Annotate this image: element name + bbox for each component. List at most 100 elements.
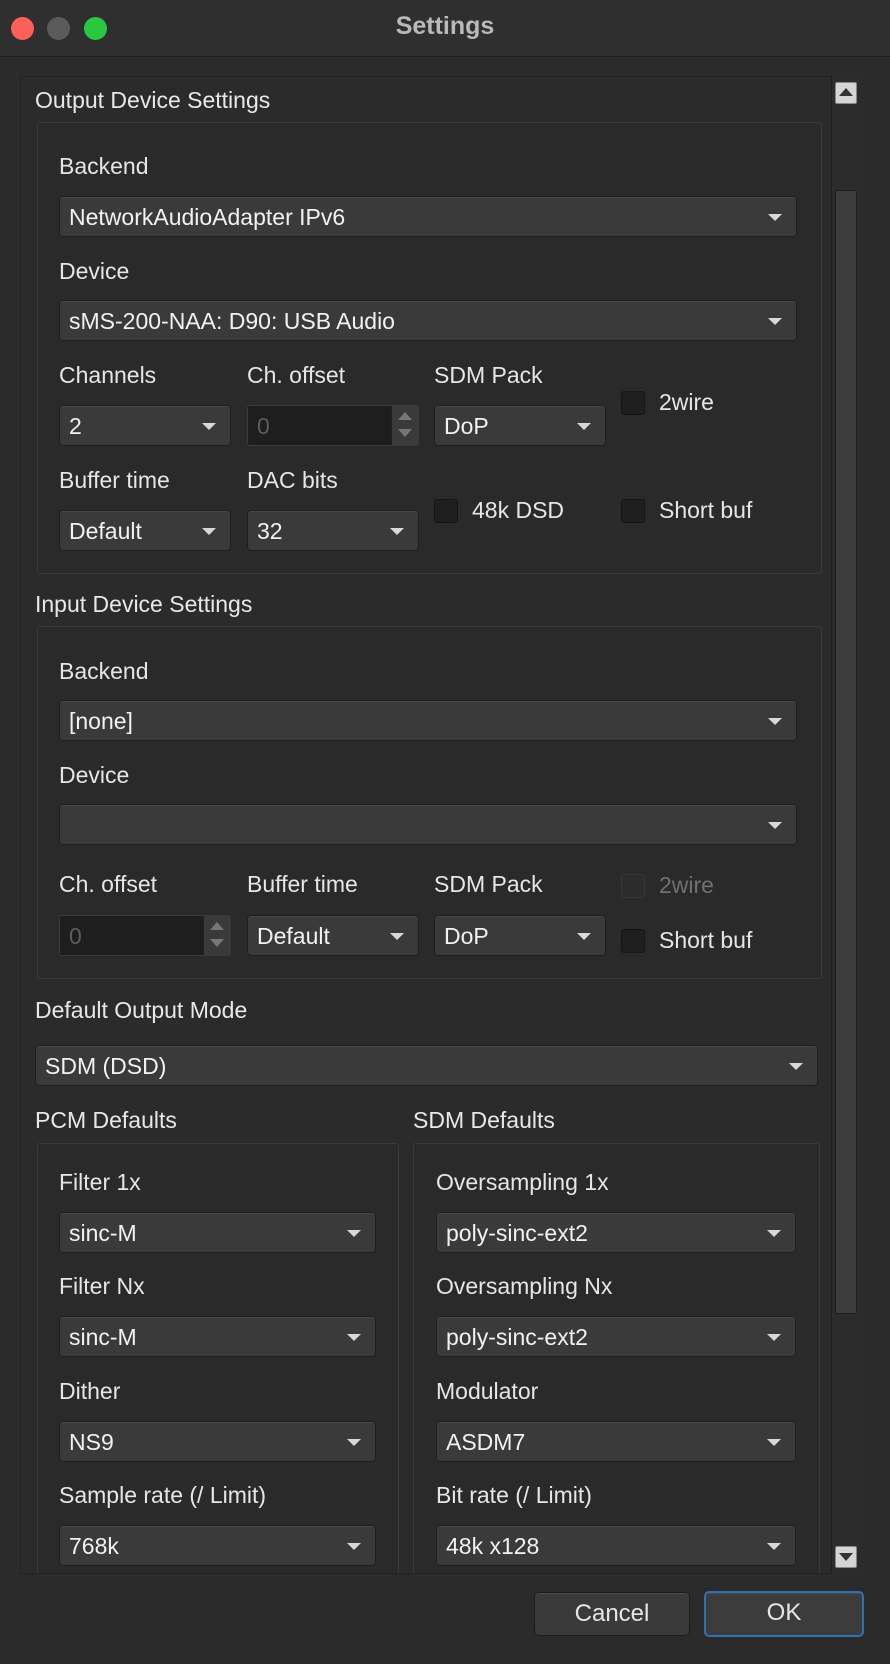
input-2wire-checkbox[interactable]: [621, 874, 645, 898]
sdm-modulator-value: ASDM7: [446, 1429, 526, 1455]
pcm-sample-rate-label: Sample rate (/ Limit): [59, 1482, 267, 1508]
default-output-mode-title: Default Output Mode: [35, 997, 248, 1023]
input-ch-offset-label: Ch. offset: [59, 871, 158, 897]
chevron-down-icon: [347, 1230, 361, 1237]
spin-down-icon: [398, 429, 412, 437]
pcm-dither-value: NS9: [69, 1429, 114, 1455]
ok-button[interactable]: OK: [704, 1591, 864, 1637]
chevron-down-icon: [768, 318, 782, 325]
output-dac-bits-label: DAC bits: [247, 467, 338, 493]
input-short-buf-checkbox[interactable]: [621, 929, 645, 953]
output-ch-offset-label: Ch. offset: [247, 362, 346, 388]
output-sdm-pack-select[interactable]: DoP: [434, 405, 606, 446]
pcm-filter1x-label: Filter 1x: [59, 1169, 141, 1195]
output-ch-offset-spinbox[interactable]: 0: [247, 405, 419, 446]
chevron-down-icon: [577, 933, 591, 940]
output-backend-value: NetworkAudioAdapter IPv6: [69, 204, 346, 230]
pcm-dither-label: Dither: [59, 1378, 121, 1404]
pcm-defaults-title: PCM Defaults: [35, 1107, 177, 1133]
output-ch-offset-value: 0: [257, 413, 270, 439]
vertical-scrollbar[interactable]: [831, 76, 860, 1572]
default-output-mode-select[interactable]: SDM (DSD): [35, 1045, 818, 1086]
sdm-osnx-label: Oversampling Nx: [436, 1273, 613, 1299]
sdm-defaults-title: SDM Defaults: [413, 1107, 555, 1133]
chevron-down-icon: [767, 1543, 781, 1550]
input-2wire-label: 2wire: [659, 872, 714, 898]
output-sdm-pack-value: DoP: [444, 413, 489, 439]
output-dac-bits-select[interactable]: 32: [247, 510, 419, 551]
input-backend-select[interactable]: [none]: [59, 700, 797, 741]
chevron-down-icon: [202, 423, 216, 430]
output-device-label: Device: [59, 258, 130, 284]
scroll-up-button[interactable]: [835, 82, 857, 104]
input-buffer-time-select[interactable]: Default: [247, 915, 419, 956]
sdm-bit-rate-select[interactable]: 48k x128: [436, 1525, 796, 1566]
output-channels-select[interactable]: 2: [59, 405, 231, 446]
chevron-down-icon: [767, 1439, 781, 1446]
output-dac-bits-value: 32: [257, 518, 283, 544]
title-bar: Settings: [0, 0, 890, 57]
chevron-down-icon: [347, 1334, 361, 1341]
output-backend-select[interactable]: NetworkAudioAdapter IPv6: [59, 196, 797, 237]
chevron-down-icon: [768, 214, 782, 221]
pcm-filter1x-select[interactable]: sinc-M: [59, 1212, 376, 1253]
chevron-down-icon: [390, 528, 404, 535]
sdm-osnx-value: poly-sinc-ext2: [446, 1324, 588, 1350]
input-device-select[interactable]: [59, 804, 797, 845]
pcm-dither-select[interactable]: NS9: [59, 1421, 376, 1462]
input-backend-value: [none]: [69, 708, 133, 734]
pcm-sample-rate-value: 768k: [69, 1533, 119, 1559]
sdm-bit-rate-value: 48k x128: [446, 1533, 540, 1559]
pcm-filternx-select[interactable]: sinc-M: [59, 1316, 376, 1357]
pcm-defaults-group: [37, 1143, 399, 1573]
pcm-filternx-label: Filter Nx: [59, 1273, 145, 1299]
scroll-up-icon: [839, 88, 853, 96]
cancel-button[interactable]: Cancel: [534, 1592, 690, 1636]
scrollbar-thumb[interactable]: [835, 190, 857, 1314]
output-device-select[interactable]: sMS-200-NAA: D90: USB Audio: [59, 300, 797, 341]
spin-up-icon: [210, 922, 224, 930]
output-48k-dsd-label: 48k DSD: [472, 497, 565, 523]
spinbox-buttons[interactable]: [203, 916, 230, 955]
scroll-down-icon: [839, 1553, 853, 1561]
chevron-down-icon: [768, 718, 782, 725]
pcm-sample-rate-select[interactable]: 768k: [59, 1525, 376, 1566]
input-buffer-time-label: Buffer time: [247, 871, 358, 897]
output-2wire-label: 2wire: [659, 389, 714, 415]
output-channels-value: 2: [69, 413, 82, 439]
output-channels-label: Channels: [59, 362, 157, 388]
input-device-label: Device: [59, 762, 130, 788]
output-short-buf-label: Short buf: [659, 497, 753, 523]
sdm-os1x-select[interactable]: poly-sinc-ext2: [436, 1212, 796, 1253]
chevron-down-icon: [347, 1439, 361, 1446]
input-ch-offset-value: 0: [69, 923, 82, 949]
chevron-down-icon: [768, 822, 782, 829]
sdm-modulator-select[interactable]: ASDM7: [436, 1421, 796, 1462]
chevron-down-icon: [202, 528, 216, 535]
scroll-down-button[interactable]: [835, 1546, 857, 1568]
output-buffer-time-select[interactable]: Default: [59, 510, 231, 551]
input-sdm-pack-select[interactable]: DoP: [434, 915, 606, 956]
input-sdm-pack-label: SDM Pack: [434, 871, 543, 897]
input-device-settings-title: Input Device Settings: [35, 591, 253, 617]
input-sdm-pack-value: DoP: [444, 923, 489, 949]
spin-down-icon: [210, 939, 224, 947]
sdm-modulator-label: Modulator: [436, 1378, 539, 1404]
output-2wire-checkbox[interactable]: [621, 391, 645, 415]
output-short-buf-checkbox[interactable]: [621, 499, 645, 523]
input-backend-label: Backend: [59, 658, 149, 684]
sdm-osnx-select[interactable]: poly-sinc-ext2: [436, 1316, 796, 1357]
output-48k-dsd-checkbox[interactable]: [434, 499, 458, 523]
output-device-value: sMS-200-NAA: D90: USB Audio: [69, 308, 395, 334]
chevron-down-icon: [347, 1543, 361, 1550]
sdm-os1x-value: poly-sinc-ext2: [446, 1220, 588, 1246]
sdm-bit-rate-label: Bit rate (/ Limit): [436, 1482, 592, 1508]
settings-scroll-area: Output Device Settings Backend NetworkAu…: [20, 76, 832, 1574]
window-title: Settings: [395, 12, 495, 40]
output-backend-label: Backend: [59, 153, 149, 179]
chevron-down-icon: [390, 933, 404, 940]
output-device-settings-title: Output Device Settings: [35, 87, 271, 113]
input-ch-offset-spinbox[interactable]: 0: [59, 915, 231, 956]
input-buffer-time-value: Default: [257, 923, 330, 949]
spinbox-buttons[interactable]: [391, 406, 418, 445]
